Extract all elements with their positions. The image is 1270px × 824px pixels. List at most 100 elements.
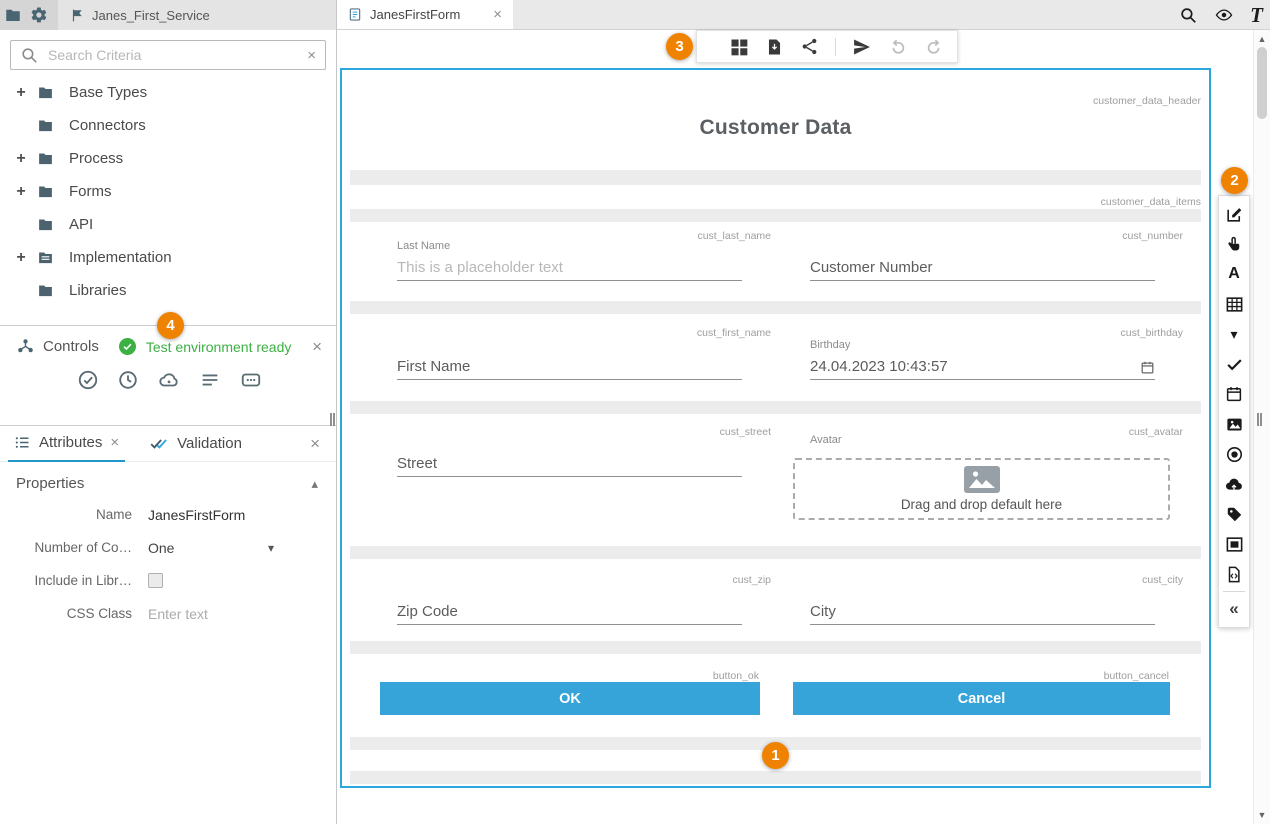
columns-select[interactable]: One ▾ [148,540,274,556]
panel-splitter-grip[interactable] [1257,413,1262,426]
save-form-icon[interactable] [765,37,784,57]
property-label: CSS Class [0,606,132,621]
placeholder-bar [350,546,1201,559]
tag-control-icon[interactable] [1219,499,1249,529]
folder-icon [36,150,55,167]
test-environment-status: Test environment ready [146,339,292,355]
deploy-send-icon[interactable] [852,37,872,57]
city-field[interactable]: City [810,601,1155,625]
scroll-up-icon[interactable]: ▲ [1254,34,1270,44]
share-icon[interactable] [800,37,819,56]
redo-icon[interactable] [924,37,944,57]
expander-icon[interactable]: + [14,249,28,267]
tab-validation[interactable]: Validation [143,426,248,462]
controls-close-icon[interactable]: × [312,338,322,355]
preview-eye-icon[interactable] [1213,6,1235,24]
frame-control-icon[interactable] [1219,529,1249,559]
birthday-field[interactable]: Birthday 24.04.2023 10:43:57 [810,339,1155,380]
test-console-icon[interactable] [239,369,263,391]
tree-item-process[interactable]: + Process [0,142,336,175]
ok-button[interactable]: OK [380,682,760,715]
code-file-control-icon[interactable] [1219,559,1249,589]
tree-item-forms[interactable]: + Forms [0,175,336,208]
form-design-canvas[interactable]: customer_data_header Customer Data custo… [340,68,1211,788]
placeholder-bar [350,170,1201,185]
button-hand-control-icon[interactable] [1219,229,1249,259]
settings-gear-icon[interactable] [26,0,52,30]
field-value: 24.04.2023 10:43:57 [810,358,1132,375]
annotation-birthday: cust_birthday [1121,327,1183,339]
last-name-field[interactable]: Last Name This is a placeholder text [397,240,742,281]
upload-control-icon[interactable] [1219,469,1249,499]
street-field[interactable]: Street [397,453,742,477]
dropdown-control-icon[interactable]: ▾ [1219,319,1249,349]
checkbox-control-icon[interactable] [1219,349,1249,379]
field-placeholder: Zip Code [397,603,742,620]
calendar-icon[interactable] [1140,360,1155,375]
scroll-down-icon[interactable]: ▼ [1254,810,1270,820]
table-control-icon[interactable] [1219,289,1249,319]
include-in-library-checkbox[interactable] [148,573,163,588]
tree-item-connectors[interactable]: Connectors [0,109,336,142]
toolbar-divider [835,38,836,56]
tab-janesfirstform[interactable]: JanesFirstForm × [337,0,513,29]
test-cloud-icon[interactable] [157,369,181,391]
search-clear-icon[interactable]: × [307,48,316,63]
service-flag-icon [70,8,84,23]
annotation-zip: cust_zip [732,574,771,586]
placeholder-bar [350,641,1201,654]
tree-item-libraries[interactable]: Libraries [0,274,336,307]
callout-step-1: 1 [762,742,789,769]
datepicker-control-icon[interactable] [1219,379,1249,409]
css-class-input[interactable]: Enter text [148,606,208,622]
placeholder-bar [350,401,1201,414]
annotation-items: customer_data_items [1101,196,1201,208]
tree-item-label: Base Types [69,84,147,101]
panel-splitter-grip[interactable] [330,413,335,426]
test-log-icon[interactable] [199,369,221,391]
undo-icon[interactable] [888,37,908,57]
annotation-button-ok: button_ok [713,670,759,682]
placeholder-bar [350,771,1201,784]
validation-double-check-icon [149,435,169,452]
name-value-field[interactable]: JanesFirstForm [148,507,245,523]
attributes-close-icon[interactable]: × [110,435,119,450]
expander-icon[interactable]: + [14,183,28,201]
attributes-panel: Attributes × Validation × Properties ▴ N… [0,425,336,824]
collapse-section-icon[interactable]: ▴ [311,476,318,492]
avatar-label: Avatar [810,434,842,447]
form-title[interactable]: Customer Data [342,116,1209,140]
vertical-scrollbar[interactable]: ▲ ▼ [1253,30,1270,824]
tree-item-base-types[interactable]: + Base Types [0,76,336,109]
validation-close-icon[interactable]: × [310,435,320,452]
edit-control-icon[interactable] [1219,199,1249,229]
cancel-button[interactable]: Cancel [793,682,1170,715]
radio-control-icon[interactable] [1219,439,1249,469]
zip-field[interactable]: Zip Code [397,601,742,625]
test-check-circle-icon[interactable] [77,369,99,391]
field-label: Birthday [810,339,1155,352]
first-name-field[interactable]: First Name [397,356,742,380]
tab-label: JanesFirstForm [370,7,460,22]
tree-item-api[interactable]: API [0,208,336,241]
customer-number-field[interactable]: Customer Number [810,257,1155,281]
avatar-dropzone[interactable]: Drag and drop default here [793,458,1170,520]
tab-attributes[interactable]: Attributes × [8,426,125,462]
tree-item-implementation[interactable]: + Implementation [0,241,336,274]
image-control-icon[interactable] [1219,409,1249,439]
text-control-icon[interactable]: A [1219,259,1249,289]
expander-icon[interactable]: + [14,84,28,102]
service-tab[interactable]: Janes_First_Service [58,0,336,30]
scrollbar-thumb[interactable] [1257,47,1267,119]
test-history-clock-icon[interactable] [117,369,139,391]
expander-icon[interactable]: + [14,150,28,168]
tab-close-icon[interactable]: × [493,7,502,22]
search-input[interactable] [48,47,298,63]
project-folder-icon[interactable] [0,0,26,30]
global-search-icon[interactable] [1179,6,1198,25]
text-tool-icon[interactable]: T [1250,5,1263,26]
collapse-palette-icon[interactable]: « [1219,594,1249,624]
annotation-first-name: cust_first_name [697,327,771,339]
placeholder-bar [350,301,1201,314]
layout-grid-icon[interactable] [729,37,749,57]
